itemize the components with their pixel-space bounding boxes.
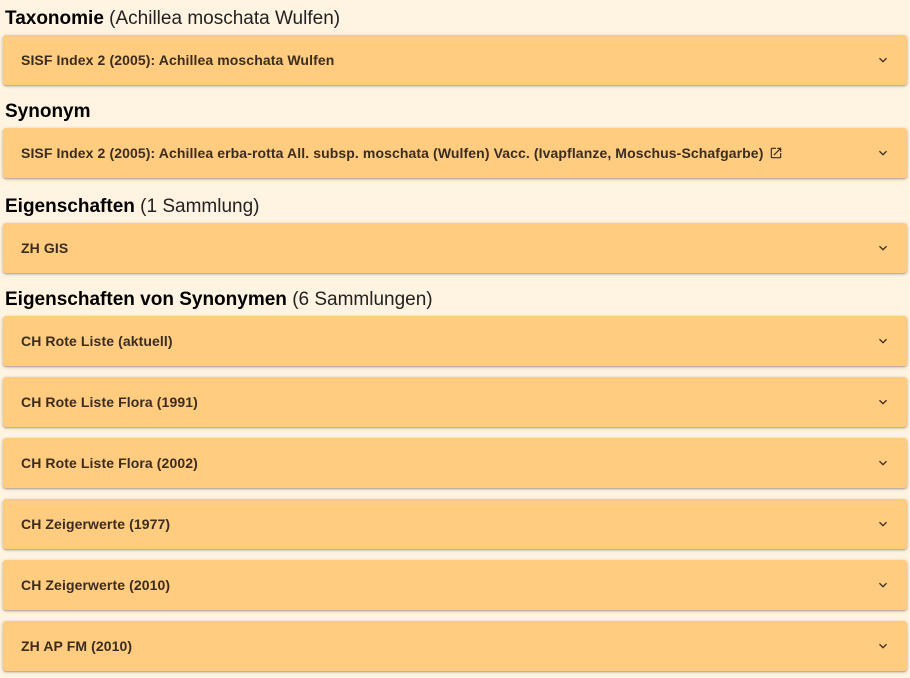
- chevron-down-icon[interactable]: [875, 577, 891, 593]
- panel-label-wrap: SISF Index 2 (2005): Achillea erba-rotta…: [21, 144, 783, 162]
- section-heading-taxonomie: Taxonomie (Achillea moschata Wulfen): [5, 8, 340, 30]
- section-title: Taxonomie: [5, 8, 104, 29]
- chevron-down-icon[interactable]: [875, 638, 891, 654]
- section-title: Eigenschaften von Synonymen: [5, 289, 287, 310]
- section-subtitle: (Achillea moschata Wulfen): [109, 8, 341, 29]
- chevron-down-icon[interactable]: [875, 240, 891, 256]
- panel-ch-rote-liste-flora-1991[interactable]: CH Rote Liste Flora (1991): [3, 377, 907, 427]
- section-title: Synonym: [5, 101, 91, 122]
- section-subtitle: (1 Sammlung): [140, 196, 260, 217]
- panel-ch-rote-liste-aktuell[interactable]: CH Rote Liste (aktuell): [3, 316, 907, 366]
- panel-label: CH Rote Liste Flora (1991): [21, 394, 198, 410]
- panel-label: SISF Index 2 (2005): Achillea moschata W…: [21, 52, 335, 68]
- panel-label: ZH GIS: [21, 240, 69, 256]
- panel-label: CH Zeigerwerte (1977): [21, 516, 171, 532]
- panel-zh-ap-fm-2010[interactable]: ZH AP FM (2010): [3, 621, 907, 671]
- panel-synonym-sisf[interactable]: SISF Index 2 (2005): Achillea erba-rotta…: [3, 128, 907, 178]
- panel-label: CH Zeigerwerte (2010): [21, 577, 171, 593]
- chevron-down-icon[interactable]: [875, 333, 891, 349]
- panel-label: SISF Index 2 (2005): Achillea erba-rotta…: [21, 145, 764, 161]
- section-subtitle: (6 Sammlungen): [292, 289, 433, 310]
- section-heading-eigenschaften-von-synonymen: Eigenschaften von Synonymen (6 Sammlunge…: [5, 289, 433, 311]
- panel-zh-gis[interactable]: ZH GIS: [3, 223, 907, 273]
- chevron-down-icon[interactable]: [875, 394, 891, 410]
- panel-label: CH Rote Liste Flora (2002): [21, 455, 198, 471]
- panel-ch-rote-liste-flora-2002[interactable]: CH Rote Liste Flora (2002): [3, 438, 907, 488]
- section-heading-eigenschaften: Eigenschaften (1 Sammlung): [5, 196, 259, 218]
- chevron-down-icon[interactable]: [875, 455, 891, 471]
- panel-ch-zeigerwerte-1977[interactable]: CH Zeigerwerte (1977): [3, 499, 907, 549]
- panel-taxonomy-sisf[interactable]: SISF Index 2 (2005): Achillea moschata W…: [3, 35, 907, 85]
- panel-label: CH Rote Liste (aktuell): [21, 333, 173, 349]
- section-heading-synonym: Synonym: [5, 101, 91, 123]
- open-in-new-icon[interactable]: [769, 146, 783, 160]
- chevron-down-icon[interactable]: [875, 145, 891, 161]
- chevron-down-icon[interactable]: [875, 52, 891, 68]
- section-title: Eigenschaften: [5, 196, 135, 217]
- panel-label: ZH AP FM (2010): [21, 638, 133, 654]
- panel-ch-zeigerwerte-2010[interactable]: CH Zeigerwerte (2010): [3, 560, 907, 610]
- chevron-down-icon[interactable]: [875, 516, 891, 532]
